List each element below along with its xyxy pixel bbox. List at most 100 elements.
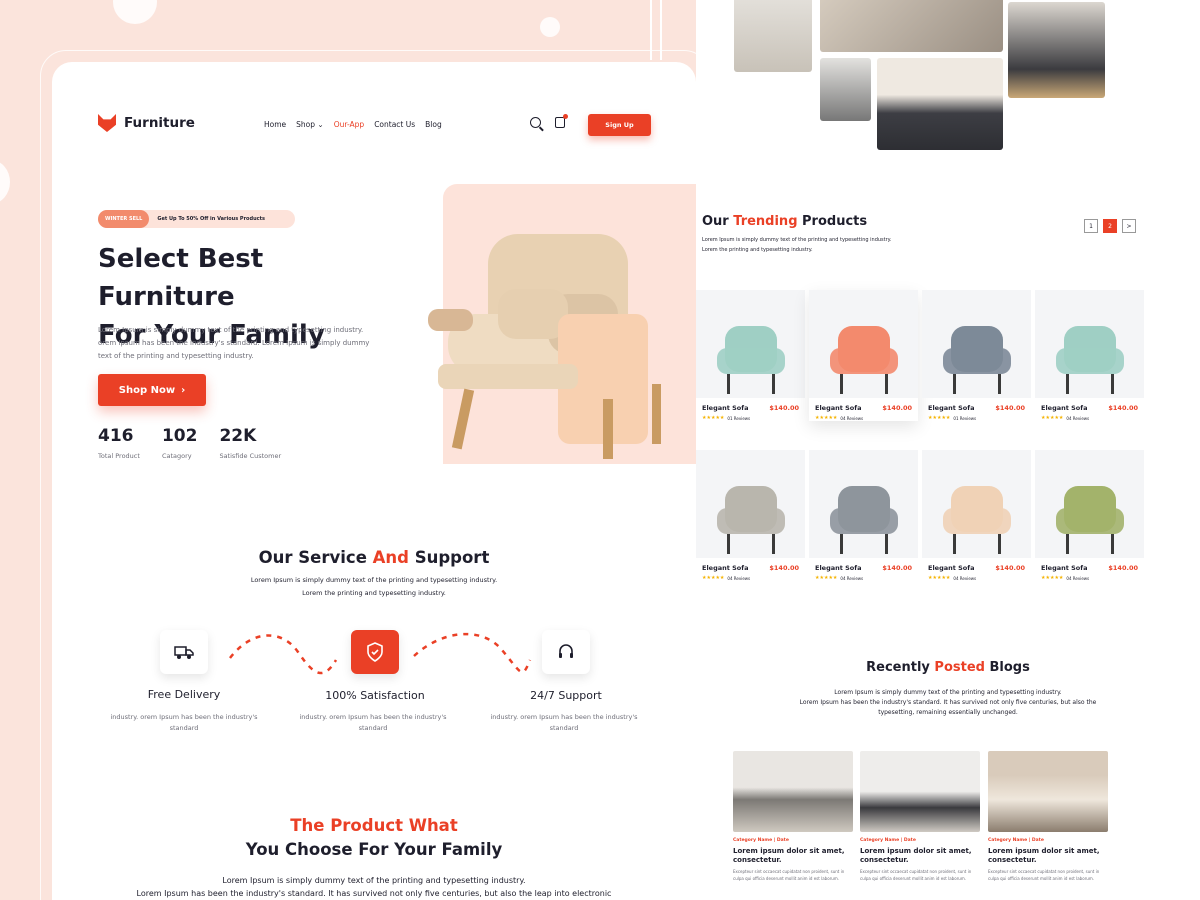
page-2-button[interactable]: 2 (1103, 219, 1117, 233)
product-rating: ★★★★★ 01 Reviews (696, 415, 805, 421)
product-image (1035, 290, 1144, 398)
product-card[interactable]: Elegant Sofa $140.00 ★★★★★ 04 Reviews (1035, 450, 1144, 581)
armchair-icon (716, 486, 785, 554)
rating-stars: ★★★★★ (815, 415, 838, 421)
background-circle (540, 17, 560, 37)
blog-category: Category Name | Date (733, 838, 789, 843)
product-card[interactable]: Elegant Sofa $140.00 ★★★★★ 04 Reviews (696, 450, 805, 581)
service-item-title: 100% Satisfaction (325, 689, 425, 702)
gallery-image[interactable] (734, 0, 812, 72)
product-image (922, 290, 1031, 398)
blog-description: Excepteur sint occaecat cupidatat non pr… (988, 869, 1100, 881)
service-item-title: Free Delivery (147, 688, 221, 701)
shop-now-button[interactable]: Shop Now › (98, 374, 206, 406)
hero-description: Lorem Ipsum is simply dummy text of the … (98, 326, 370, 360)
gallery-image[interactable] (877, 58, 1003, 150)
landing-page-preview: Furniture Home Shop ⌄ Our-App Contact Us… (52, 62, 696, 900)
stat-item: 416 Total Product (98, 426, 140, 460)
product-card[interactable]: Elegant Sofa $140.00 ★★★★★ 01 Reviews (696, 290, 805, 421)
product-image (696, 450, 805, 558)
blog-card[interactable]: Category Name | Date Lorem ipsum dolor s… (733, 751, 853, 882)
armchair-icon (716, 326, 785, 394)
headset-support-icon (542, 630, 590, 674)
page-1-button[interactable]: 1 (1084, 219, 1098, 233)
armchair-icon (942, 326, 1011, 394)
dashed-connector (413, 632, 532, 674)
stat-item: 22K Satisfide Customer (219, 426, 282, 460)
product-price: $140.00 (995, 404, 1025, 412)
blog-card[interactable]: Category Name | Date Lorem ipsum dolor s… (988, 751, 1108, 882)
review-count: 04 Reviews (1066, 415, 1090, 421)
review-count: 01 Reviews (953, 415, 977, 421)
product-rating: ★★★★★ 04 Reviews (1035, 415, 1144, 421)
product-name: Elegant Sofa (815, 564, 862, 572)
choose-title: The Product What You Choose For Your Fam… (245, 816, 503, 859)
product-name: Elegant Sofa (815, 404, 862, 412)
winter-sell-badge: WINTER SELL (98, 210, 150, 228)
background-circle (0, 160, 10, 204)
product-price: $140.00 (882, 564, 912, 572)
search-icon[interactable] (530, 117, 541, 128)
blog-description: Excepteur sint occaecat cupidatat non pr… (733, 869, 845, 881)
products-blog-preview: Our Trending Products Lorem Ipsum is sim… (696, 0, 1200, 900)
promo-badge: WINTER SELL Get Up To 50% Off in Various… (98, 210, 295, 228)
nav-blog[interactable]: Blog (425, 120, 442, 129)
review-count: 04 Reviews (727, 575, 751, 581)
stat-item: 102 Catagory (161, 426, 198, 460)
logo[interactable]: Furniture (98, 114, 195, 132)
gallery-image[interactable] (820, 58, 871, 121)
service-item-desc: industry. orem Ipsum has been the indust… (110, 713, 258, 732)
cart-icon[interactable] (555, 114, 568, 128)
service-title: Our Service And Support (258, 548, 490, 567)
header-icons (530, 114, 568, 128)
product-card[interactable]: Elegant Sofa $140.00 ★★★★★ 04 Reviews (922, 450, 1031, 581)
rating-stars: ★★★★★ (928, 415, 951, 421)
armchair-icon (1055, 486, 1124, 554)
nav-shop[interactable]: Shop ⌄ (296, 120, 324, 129)
product-image (809, 450, 918, 558)
blog-image (733, 751, 853, 832)
logo-text: Furniture (124, 115, 195, 131)
product-price: $140.00 (1108, 564, 1138, 572)
arrow-right-icon: › (181, 384, 186, 396)
product-card[interactable]: Elegant Sofa $140.00 ★★★★★ 01 Reviews (922, 290, 1031, 421)
nav-contact[interactable]: Contact Us (374, 120, 415, 129)
product-image (809, 290, 918, 398)
armchair-icon (942, 486, 1011, 554)
signup-button[interactable]: Sign Up (588, 114, 651, 136)
product-name: Elegant Sofa (702, 564, 749, 572)
blog-description: Excepteur sint occaecat cupidatat non pr… (860, 869, 972, 881)
product-card[interactable]: Elegant Sofa $140.00 ★★★★★ 04 Reviews (1035, 290, 1144, 421)
product-image (922, 450, 1031, 558)
review-count: 04 Reviews (1066, 575, 1090, 581)
promo-text: Get Up To 50% Off in Various Products (157, 216, 265, 222)
nav-home[interactable]: Home (264, 120, 286, 129)
hero-armchair-image (428, 234, 661, 459)
product-rating: ★★★★★ 04 Reviews (696, 575, 805, 581)
product-card[interactable]: Elegant Sofa $140.00 ★★★★★ 04 Reviews (809, 450, 918, 581)
trending-title: Our Trending Products (702, 214, 868, 229)
blog-title: Lorem ipsum dolor sit amet, consectetur. (988, 847, 1100, 864)
product-price: $140.00 (769, 564, 799, 572)
blog-card[interactable]: Category Name | Date Lorem ipsum dolor s… (860, 751, 980, 882)
product-rating: ★★★★★ 04 Reviews (1035, 575, 1144, 581)
review-count: 01 Reviews (727, 415, 751, 421)
product-rating: ★★★★★ 04 Reviews (922, 575, 1031, 581)
blog-image (860, 751, 980, 832)
review-count: 04 Reviews (840, 575, 864, 581)
gallery-image[interactable] (1008, 2, 1105, 98)
service-item-title: 24/7 Support (530, 689, 602, 702)
product-card[interactable]: Elegant Sofa $140.00 ★★★★★ 04 Reviews (809, 290, 918, 421)
nav-our-app[interactable]: Our-App (334, 120, 364, 129)
armchair-icon (1055, 326, 1124, 394)
delivery-truck-icon (160, 630, 208, 674)
gallery-image[interactable] (820, 0, 1003, 52)
product-name: Elegant Sofa (1041, 564, 1088, 572)
product-image (1035, 450, 1144, 558)
hero-stats: 416 Total Product 102 Catagory 22K Satisfid… (98, 426, 281, 460)
product-rating: ★★★★★ 04 Reviews (809, 415, 918, 421)
service-item-desc: industry. orem Ipsum has been the indust… (299, 713, 447, 732)
main-nav: Home Shop ⌄ Our-App Contact Us Blog (264, 120, 442, 129)
blog-image (988, 751, 1108, 832)
next-page-button[interactable]: > (1122, 219, 1136, 233)
